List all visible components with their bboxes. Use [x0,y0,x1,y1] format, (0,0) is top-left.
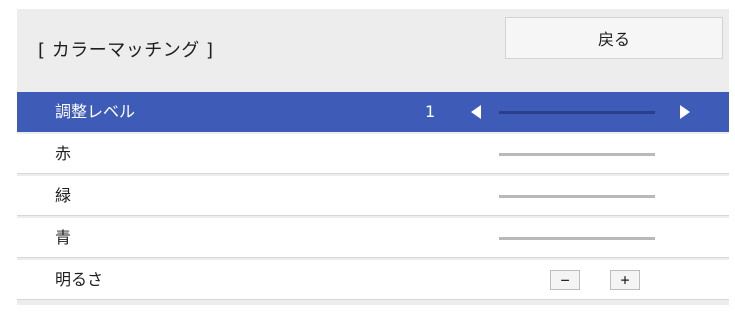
adjustment-level-slider[interactable] [499,111,655,114]
color-matching-panel: [ カラーマッチング ] 戻る 調整レベル 1 赤 緑 青 明るさ − + [17,9,729,305]
panel-header: [ カラーマッチング ] 戻る [17,9,729,81]
back-button[interactable]: 戻る [505,17,723,59]
brightness-minus-button[interactable]: − [550,270,580,290]
row-green[interactable]: 緑 [17,176,729,216]
settings-list: 調整レベル 1 赤 緑 青 明るさ − + [17,92,729,300]
row-label: 明るさ [55,270,104,289]
row-label: 赤 [55,144,72,163]
blue-slider[interactable] [499,237,655,240]
page-title: [ カラーマッチング ] [38,40,214,61]
red-slider[interactable] [499,153,655,156]
adjustment-level-value: 1 [425,102,436,121]
brightness-plus-button[interactable]: + [610,270,640,290]
row-label: 緑 [55,186,72,205]
green-slider[interactable] [499,195,655,198]
row-brightness[interactable]: 明るさ − + [17,260,729,300]
row-red[interactable]: 赤 [17,134,729,174]
row-label: 青 [55,228,72,247]
row-adjustment-level[interactable]: 調整レベル 1 [17,92,729,132]
row-blue[interactable]: 青 [17,218,729,258]
row-label: 調整レベル [55,102,136,121]
decrease-arrow-icon[interactable] [471,105,481,119]
increase-arrow-icon[interactable] [680,105,690,119]
